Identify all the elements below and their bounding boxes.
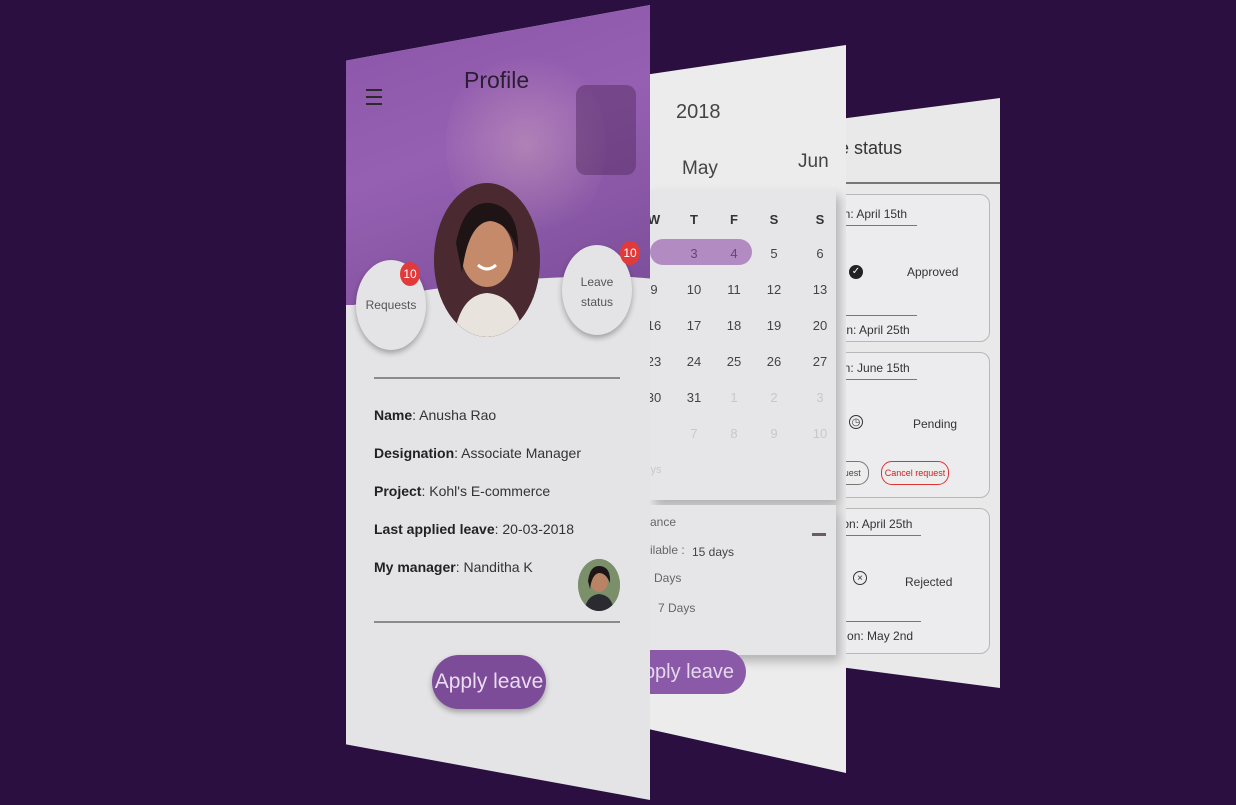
project-value: Kohl's E-commerce <box>429 483 551 499</box>
status-label: Pending <box>913 417 958 431</box>
requests-label: Requests <box>365 298 417 312</box>
cancel-request-button[interactable]: Cancel request <box>881 461 949 485</box>
calendar-day[interactable]: 2 <box>762 390 786 405</box>
calendar-day[interactable]: 3 <box>808 390 832 405</box>
weekday-header: S <box>769 212 779 227</box>
header-photo-detail <box>576 85 636 175</box>
avatar-photo <box>434 183 540 337</box>
calendar-day[interactable]: 31 <box>682 390 706 405</box>
month-selected[interactable]: May <box>682 158 718 180</box>
status-label: Rejected <box>905 575 953 589</box>
name-row: Name: Anusha Rao <box>374 407 497 423</box>
calendar-day[interactable]: 9 <box>650 282 666 297</box>
calendar-day[interactable]: 16 <box>650 318 666 333</box>
calendar-day[interactable]: 12 <box>762 282 786 297</box>
calendar-day[interactable]: 11 <box>722 282 746 297</box>
manager-row: My manager: Nanditha K <box>374 559 533 575</box>
calendar-day[interactable]: 26 <box>762 354 786 369</box>
divider <box>374 621 620 623</box>
leave-balance-card: ance ilable : 15 days Days 7 Days <box>650 505 836 655</box>
calendar-day[interactable]: 27 <box>808 354 832 369</box>
calendar-day[interactable]: 25 <box>722 354 746 369</box>
manager-label: My manager <box>374 559 456 575</box>
calendar-day[interactable]: 13 <box>808 282 832 297</box>
balance-row: Days <box>654 571 682 585</box>
calendar-day[interactable]: 3 <box>682 246 706 261</box>
calendar-day[interactable]: 7 <box>682 426 706 441</box>
cross-icon: × <box>853 571 867 585</box>
divider <box>374 377 620 379</box>
clock-icon: ◷ <box>849 415 863 429</box>
app-mockup-stage: ve status d on: April 15th ✓ Approved ed… <box>0 0 1236 805</box>
designation-label: Designation <box>374 445 455 461</box>
available-value: 15 days <box>692 545 735 559</box>
designation-value: Associate Manager <box>461 445 581 461</box>
calendar-screen: 2018 May Jun W T F S S 3 4 5 6 9 10 11 12 13 16 17 18 19 2… <box>650 45 846 773</box>
days-label: ys <box>650 464 662 476</box>
weekday-header: W <box>650 212 661 227</box>
profile-screen: Profile Requests 10 Leave status 10 Name… <box>346 5 650 800</box>
calendar-day[interactable]: 10 <box>682 282 706 297</box>
hamburger-menu-icon[interactable] <box>366 89 382 110</box>
calendar-day[interactable]: 6 <box>808 246 832 261</box>
calendar-grid: W T F S S 3 4 5 6 9 10 11 12 13 16 17 18 19 20 23 24 25 26 27 30… <box>650 190 836 500</box>
collapse-icon[interactable] <box>812 533 826 536</box>
calendar-day[interactable]: 30 <box>650 390 666 405</box>
calendar-day[interactable]: 19 <box>762 318 786 333</box>
manager-photo <box>578 559 620 611</box>
calendar-day[interactable]: 24 <box>682 354 706 369</box>
requests-button[interactable]: Requests 10 <box>356 260 426 350</box>
divider <box>820 182 1000 184</box>
calendar-day[interactable]: 1 <box>722 390 746 405</box>
year-selector[interactable]: 2018 <box>676 101 721 124</box>
profile-avatar[interactable] <box>434 183 540 337</box>
leave-status-label-line1: Leave <box>580 275 614 289</box>
project-row: Project: Kohl's E-commerce <box>374 483 551 499</box>
apply-leave-button[interactable]: pply leave <box>650 650 746 694</box>
last-leave-row: Last applied leave: 20-03-2018 <box>374 521 575 537</box>
leave-status-screen: ve status d on: April 15th ✓ Approved ed… <box>820 98 1000 688</box>
last-leave-value: 20-03-2018 <box>502 521 575 537</box>
calendar-day[interactable]: 8 <box>722 426 746 441</box>
calendar-day[interactable]: 17 <box>682 318 706 333</box>
calendar-day[interactable]: 5 <box>762 246 786 261</box>
leave-status-button[interactable]: Leave status 10 <box>562 241 640 335</box>
weekday-header: S <box>815 212 825 227</box>
calendar-day[interactable]: 4 <box>722 246 746 261</box>
month-next[interactable]: Jun <box>798 151 829 173</box>
leave-status-badge: 10 <box>620 241 640 265</box>
leave-status-label-line2: status <box>580 295 613 309</box>
status-label: Approved <box>907 265 959 279</box>
balance-title: ance <box>650 515 677 529</box>
name-value: Anusha Rao <box>419 407 497 423</box>
calendar-day[interactable]: 23 <box>650 354 666 369</box>
check-icon: ✓ <box>849 265 863 279</box>
requests-badge: 10 <box>400 262 420 286</box>
apply-leave-button[interactable]: Apply leave <box>432 655 546 709</box>
weekday-header: F <box>730 212 738 227</box>
last-leave-label: Last applied leave <box>374 521 495 537</box>
balance-row: 7 Days <box>658 601 696 615</box>
designation-row: Designation: Associate Manager <box>374 445 581 461</box>
calendar-day[interactable]: 9 <box>762 426 786 441</box>
manager-avatar[interactable] <box>578 559 620 611</box>
calendar-day[interactable]: 18 <box>722 318 746 333</box>
manager-value: Nanditha K <box>463 559 533 575</box>
page-title: Profile <box>464 67 530 93</box>
weekday-header: T <box>690 212 698 227</box>
name-label: Name <box>374 407 413 423</box>
calendar-day[interactable]: 10 <box>808 426 832 441</box>
available-label: ilable : <box>650 543 685 557</box>
project-label: Project <box>374 483 422 499</box>
calendar-day[interactable]: 20 <box>808 318 832 333</box>
